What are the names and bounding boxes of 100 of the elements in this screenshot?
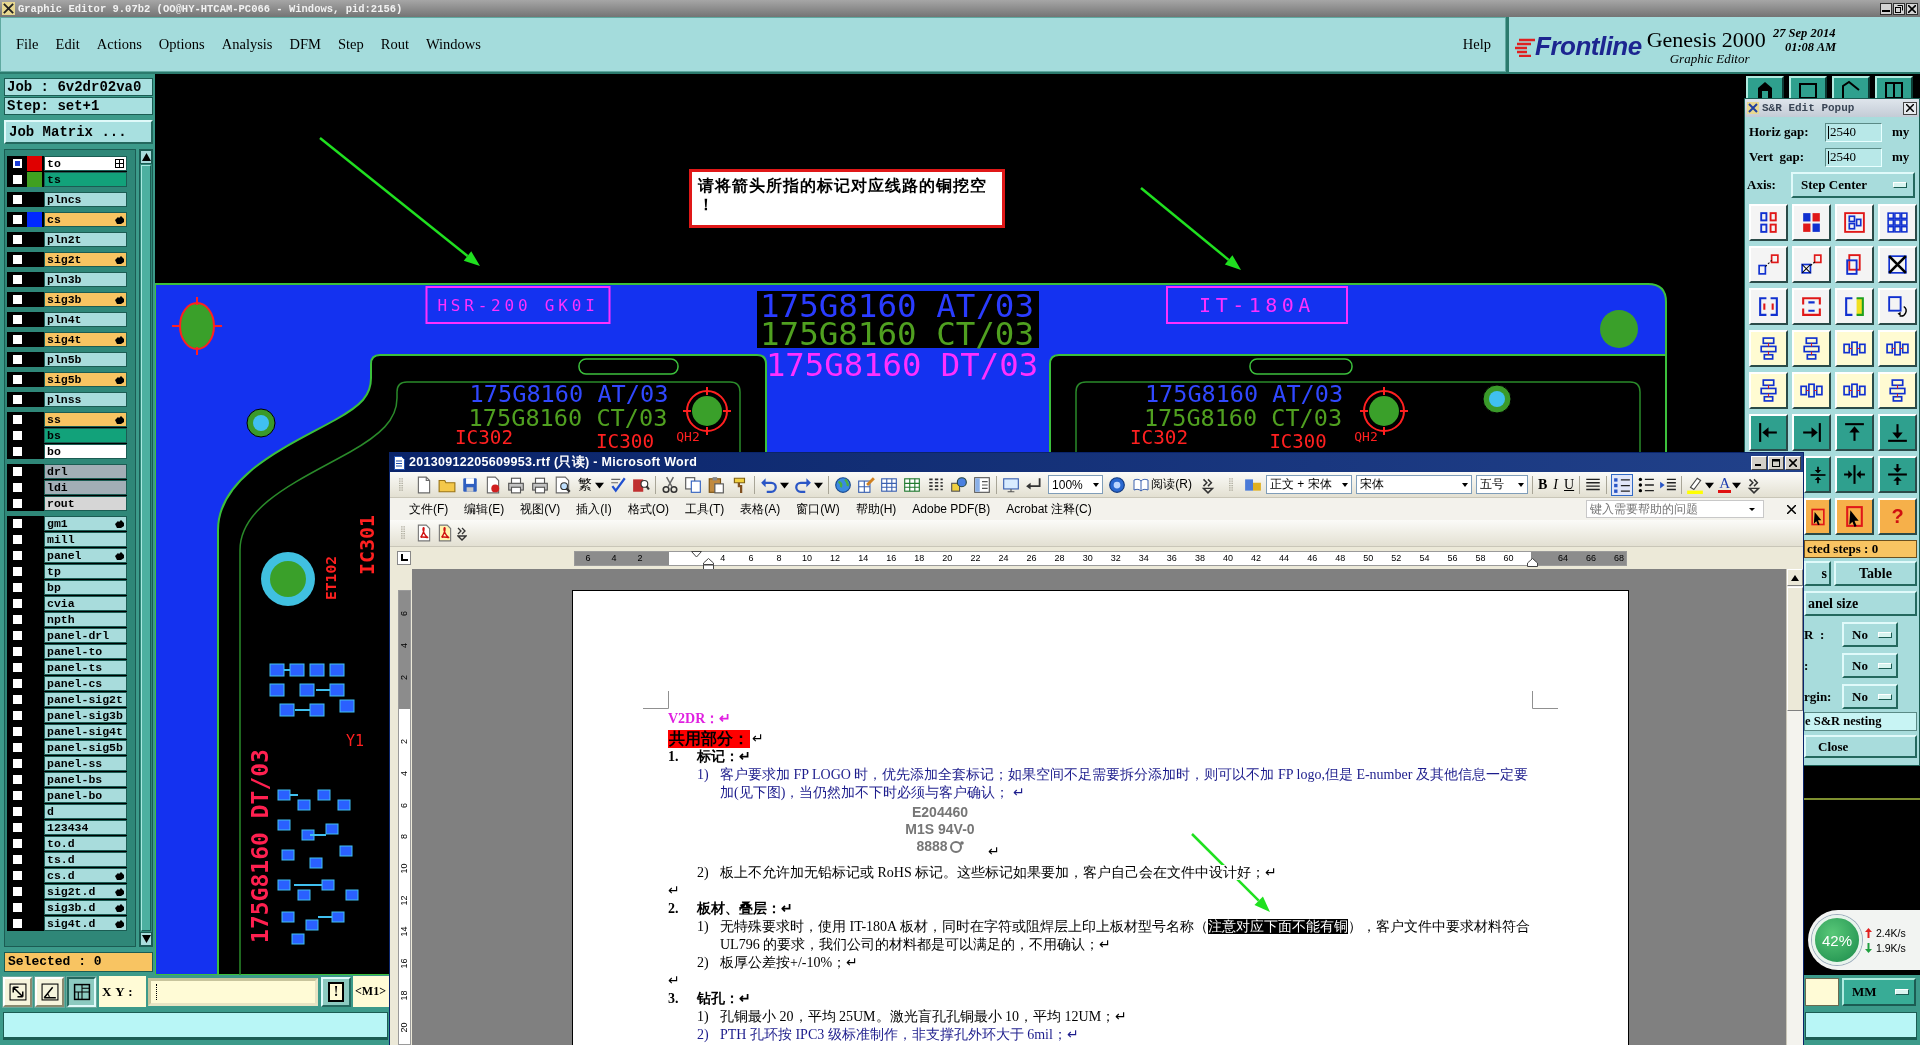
layer-item[interactable]: to.d <box>44 836 127 851</box>
layer-checkbox[interactable] <box>11 885 24 898</box>
maximize-button[interactable] <box>1768 455 1784 470</box>
underline-button[interactable]: U <box>1563 476 1576 493</box>
redo-icon[interactable] <box>793 475 812 494</box>
undo-icon[interactable] <box>759 475 778 494</box>
tab-stop-button[interactable] <box>397 551 411 565</box>
circle-icon[interactable] <box>1108 475 1127 494</box>
layer-item[interactable]: sig4t <box>44 332 127 347</box>
layer-item[interactable]: pln2t <box>44 232 127 247</box>
layer-item[interactable]: pln3b <box>44 272 127 287</box>
stack-button[interactable] <box>1749 330 1788 367</box>
layer-checkbox[interactable] <box>11 645 24 658</box>
layer-item[interactable]: ldi <box>44 480 127 495</box>
menu-item[interactable]: 表格(A) <box>740 500 781 518</box>
layer-checkbox[interactable] <box>11 693 24 706</box>
help-menu[interactable]: Help <box>1462 36 1491 53</box>
layer-item[interactable]: sig5b <box>44 372 127 387</box>
layer-checkbox[interactable] <box>11 725 24 738</box>
diagonal-arrow-button[interactable] <box>1749 246 1788 283</box>
clipboard-icon[interactable] <box>707 475 726 494</box>
globe-icon[interactable] <box>834 475 853 494</box>
layer-item[interactable]: 123434 <box>44 820 127 835</box>
layer-item[interactable]: ts <box>44 172 127 187</box>
layer-checkbox[interactable] <box>11 901 24 914</box>
layer-checkbox[interactable] <box>11 789 24 802</box>
menu-item[interactable]: 帮助(H) <box>855 500 897 518</box>
layer-item[interactable]: panel-drl <box>44 628 127 643</box>
toolbar-button[interactable] <box>1746 76 1784 100</box>
layer-item[interactable]: plncs <box>44 192 127 207</box>
row-button[interactable] <box>1792 372 1831 409</box>
panel-size-button[interactable]: anel size <box>1804 591 1917 616</box>
menu-item[interactable]: 窗口(W) <box>796 500 840 518</box>
grid-button[interactable] <box>67 976 96 1007</box>
layer-item[interactable]: panel-sig5b <box>44 740 127 755</box>
menu-item[interactable]: Edit <box>55 36 80 53</box>
menu-item[interactable]: 视图(V) <box>520 500 561 518</box>
compress-horizontal-button[interactable] <box>1835 456 1874 493</box>
job-matrix-button[interactable]: Job Matrix ... <box>4 120 153 144</box>
layer-item[interactable]: cs.d <box>44 868 127 883</box>
layer-checkbox[interactable] <box>11 213 24 226</box>
layer-item[interactable]: panel-ss <box>44 756 127 771</box>
spreadsheet-icon[interactable] <box>903 475 922 494</box>
layer-checkbox[interactable] <box>11 533 24 546</box>
toolbar-button[interactable] <box>1875 76 1913 100</box>
compress-vertical-button[interactable] <box>1804 456 1831 493</box>
layer-item[interactable]: gm1 <box>44 516 127 531</box>
warning-button[interactable]: ! <box>321 976 351 1007</box>
axis-dropdown[interactable]: Step Center <box>1791 172 1915 198</box>
layer-checkbox[interactable] <box>11 157 24 170</box>
layer-item[interactable]: bo <box>44 444 127 459</box>
menu-item[interactable]: 文件(F) <box>409 500 449 518</box>
layer-checkbox[interactable] <box>11 373 24 386</box>
layer-item[interactable]: panel-sig3b <box>44 708 127 723</box>
italic-button[interactable]: I <box>1552 476 1559 493</box>
arrow-down-button[interactable] <box>1878 414 1917 451</box>
stack-button[interactable] <box>1792 330 1831 367</box>
menu-item[interactable]: Step <box>337 36 364 53</box>
coordinate-input[interactable] <box>148 977 318 1006</box>
restore-button[interactable] <box>1893 2 1905 15</box>
layer-checkbox[interactable] <box>11 465 24 478</box>
bold-button[interactable]: B <box>1537 476 1549 493</box>
layer-checkbox[interactable] <box>11 445 24 458</box>
layer-checkbox[interactable] <box>11 517 24 530</box>
rotate-button[interactable] <box>1878 288 1917 325</box>
table-icon[interactable] <box>880 475 899 494</box>
layer-checkbox[interactable] <box>11 273 24 286</box>
printer-icon[interactable] <box>530 475 549 494</box>
document-map-icon[interactable] <box>972 475 991 494</box>
row-button[interactable] <box>1835 372 1874 409</box>
gap-input[interactable]: 2540 <box>1825 122 1882 142</box>
shapes-icon[interactable] <box>949 475 968 494</box>
layer-item[interactable]: pln4t <box>44 312 127 327</box>
layer-item[interactable]: ts.d <box>44 852 127 867</box>
nesting-toggle[interactable]: e S&R nesting <box>1804 712 1917 731</box>
layer-checkbox[interactable] <box>11 233 24 246</box>
layer-checkbox[interactable] <box>11 741 24 754</box>
menu-item[interactable]: Options <box>158 36 205 53</box>
printer-icon[interactable] <box>507 475 526 494</box>
layer-item[interactable]: bp <box>44 580 127 595</box>
layer-checkbox[interactable] <box>11 429 24 442</box>
layer-checkbox[interactable] <box>11 481 24 494</box>
menu-item[interactable]: Rout <box>380 36 409 53</box>
arrow-left-button[interactable] <box>1749 414 1788 451</box>
pdf-icon[interactable] <box>415 524 433 542</box>
menu-item[interactable]: 插入(I) <box>576 500 612 518</box>
layer-item[interactable]: pln5b <box>44 352 127 367</box>
first-line-indent-icon[interactable] <box>691 550 702 560</box>
layer-item[interactable]: panel-to <box>44 644 127 659</box>
layer-checkbox[interactable] <box>11 757 24 770</box>
arrow-up-button[interactable] <box>1835 414 1874 451</box>
menu-item[interactable]: 编辑(E) <box>464 500 505 518</box>
help-search-field[interactable]: 键入需要帮助的问题 <box>1586 500 1764 518</box>
layer-checkbox[interactable] <box>11 629 24 642</box>
layer-checkbox[interactable] <box>11 413 24 426</box>
scroll-down-button[interactable] <box>140 932 152 946</box>
measure-button[interactable] <box>35 976 64 1007</box>
layer-checkbox[interactable] <box>11 837 24 850</box>
layer-checkbox[interactable] <box>11 821 24 834</box>
layer-item[interactable]: sig2t.d <box>44 884 127 899</box>
